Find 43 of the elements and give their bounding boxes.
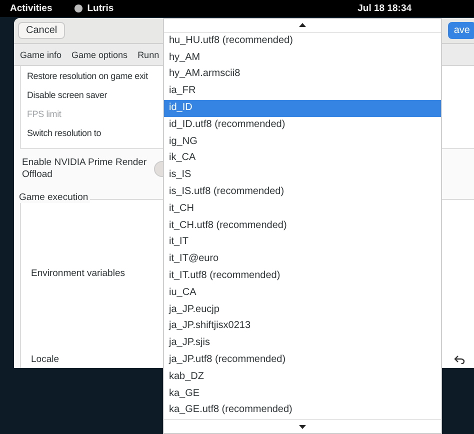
- menu-item[interactable]: ja_JP.sjis: [164, 335, 441, 352]
- menu-item[interactable]: it_IT.utf8 (recommended): [164, 268, 441, 285]
- menu-item[interactable]: it_IT@euro: [164, 251, 441, 268]
- frame-title: Game execution: [19, 192, 90, 203]
- clock[interactable]: Jul 18 18:34: [358, 3, 412, 14]
- menu-item[interactable]: kab_DZ: [164, 368, 441, 386]
- menu-item[interactable]: ja_JP.eucjp: [164, 302, 441, 318]
- app-menu[interactable]: Lutris: [87, 3, 114, 14]
- option-label: Enable NVIDIA Prime Render Offload: [22, 157, 148, 181]
- scroll-up-icon[interactable]: [299, 23, 306, 28]
- option-label: FPS limit: [27, 108, 62, 118]
- menu-item[interactable]: it_CH.utf8 (recommended): [164, 218, 441, 234]
- menu-item[interactable]: is_IS.utf8 (recommended): [164, 184, 441, 201]
- option-label: Disable screen saver: [27, 90, 108, 100]
- menu-item[interactable]: ja_JP.shiftjisx0213: [164, 318, 441, 336]
- tab[interactable]: Runn: [138, 50, 160, 60]
- menu-item[interactable]: ka_GE: [164, 386, 441, 402]
- tab[interactable]: Game options: [72, 50, 128, 60]
- menu-item[interactable]: iu_CA: [164, 284, 441, 302]
- option-label: Restore resolution on game exit: [27, 70, 148, 80]
- tab[interactable]: Game info: [20, 50, 62, 60]
- save-button[interactable]: ave: [448, 22, 474, 39]
- menu-item[interactable]: ig_NG: [164, 134, 441, 150]
- menu-item[interactable]: ka_GE.utf8 (recommended): [164, 402, 441, 420]
- undo-icon[interactable]: [454, 355, 465, 364]
- activities-button[interactable]: Activities: [10, 3, 52, 14]
- menu-item[interactable]: id_ID.utf8 (recommended): [164, 116, 441, 134]
- menu-item[interactable]: is_IS: [164, 167, 441, 184]
- menu-item[interactable]: ja_JP.utf8 (recommended): [164, 352, 441, 369]
- option-label: Switch resolution to: [27, 128, 102, 138]
- app-icon: [74, 4, 84, 13]
- menu-item[interactable]: id_ID: [164, 100, 441, 117]
- menu-item[interactable]: hu_HU.utf8 (recommended): [164, 32, 441, 50]
- scroll-down-icon[interactable]: [299, 424, 306, 429]
- menu-item[interactable]: ia_FR: [164, 83, 441, 100]
- option-label: Environment variables: [31, 268, 125, 279]
- menu-item[interactable]: hy_AM.armscii8: [164, 66, 441, 84]
- option-label: Locale: [31, 354, 59, 365]
- menu-item[interactable]: it_IT: [164, 234, 441, 252]
- menu-item[interactable]: hy_AM: [164, 50, 441, 66]
- menu-item[interactable]: it_CH: [164, 200, 441, 218]
- cancel-button[interactable]: Cancel: [18, 22, 66, 39]
- menu-item[interactable]: ik_CA: [164, 150, 441, 168]
